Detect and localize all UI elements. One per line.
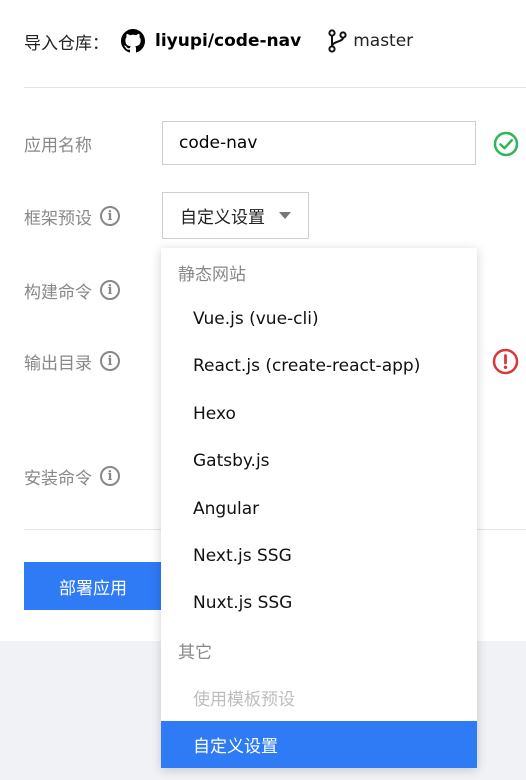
build-command-label: 构建命令 i <box>24 275 120 305</box>
dropdown-item-custom[interactable]: 自定义设置 <box>161 721 477 768</box>
import-repo-label: 导入仓库： <box>24 33 109 54</box>
framework-preset-select[interactable]: 自定义设置 <box>162 192 309 239</box>
exclamation-circle-icon <box>492 348 519 375</box>
dropdown-group-other: 其它 <box>178 642 212 663</box>
deploy-button[interactable]: 部署应用 <box>24 562 162 610</box>
check-circle-icon <box>493 131 519 157</box>
framework-label: 框架预设 i <box>24 201 120 231</box>
info-icon[interactable]: i <box>100 206 120 226</box>
app-name-value: code-nav <box>179 133 258 153</box>
caret-down-icon <box>279 212 291 219</box>
framework-label-text: 框架预设 <box>24 208 92 229</box>
deploy-button-label: 部署应用 <box>59 578 127 599</box>
build-command-label-text: 构建命令 <box>24 282 92 303</box>
repo-name[interactable]: liyupi/code-nav <box>155 31 301 51</box>
dropdown-group-static: 静态网站 <box>178 264 246 285</box>
header-divider <box>24 87 526 88</box>
info-icon[interactable]: i <box>100 466 120 486</box>
app-name-label-text: 应用名称 <box>24 135 92 156</box>
dropdown-item-angular[interactable]: Angular <box>161 485 477 532</box>
install-command-label: 安装命令 i <box>24 461 120 491</box>
dropdown-item-next[interactable]: Next.js SSG <box>161 532 477 579</box>
branch-name[interactable]: master <box>353 31 413 51</box>
repo-header: 导入仓库： liyupi/code-nav master <box>24 22 413 60</box>
output-dir-label-text: 输出目录 <box>24 353 92 374</box>
app-name-input[interactable]: code-nav <box>162 121 476 165</box>
info-icon[interactable]: i <box>100 280 120 300</box>
app-name-label: 应用名称 <box>24 128 92 158</box>
dropdown-item-gatsby[interactable]: Gatsby.js <box>161 437 477 484</box>
github-icon <box>121 29 145 53</box>
dropdown-item-vue[interactable]: Vue.js (vue-cli) <box>161 295 477 342</box>
dropdown-item-template-preset: 使用模板预设 <box>193 690 295 710</box>
framework-dropdown-menu: 静态网站 Vue.js (vue-cli) React.js (create-r… <box>161 248 477 768</box>
framework-preset-value: 自定义设置 <box>180 208 265 228</box>
install-command-label-text: 安装命令 <box>24 468 92 489</box>
info-icon[interactable]: i <box>100 351 120 371</box>
output-dir-label: 输出目录 i <box>24 346 120 376</box>
git-branch-icon <box>327 29 349 53</box>
dropdown-item-nuxt[interactable]: Nuxt.js SSG <box>161 579 477 626</box>
dropdown-item-hexo[interactable]: Hexo <box>161 390 477 437</box>
dropdown-item-react[interactable]: React.js (create-react-app) <box>161 342 477 389</box>
